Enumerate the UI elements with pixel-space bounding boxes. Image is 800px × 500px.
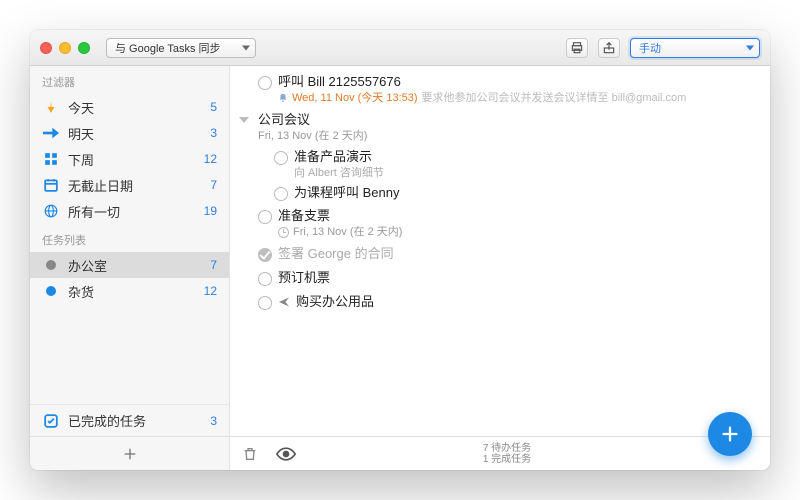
task-checkbox[interactable]	[258, 210, 272, 224]
task-checkbox[interactable]	[274, 187, 288, 201]
sidebar-item-label: 今天	[68, 98, 191, 117]
task-row[interactable]: 公司会议 Fri, 13 Nov (在 2 天内)	[230, 108, 770, 146]
sidebar-item-count: 19	[199, 204, 217, 218]
task-date: Fri, 13 Nov (在 2 天内)	[258, 129, 367, 143]
sidebar-item-count: 3	[199, 414, 217, 428]
task-row[interactable]: 准备支票 Fri, 13 Nov (在 2 天内)	[230, 204, 770, 242]
sidebar-item-count: 5	[199, 100, 217, 114]
subtask-title: 准备产品演示	[294, 148, 758, 166]
task-title: 购买办公用品	[296, 293, 374, 311]
sidebar-item-count: 3	[199, 126, 217, 140]
sidebar-item-label: 明天	[68, 124, 191, 143]
sync-select-label: 与 Google Tasks 同步	[115, 40, 221, 56]
task-row[interactable]: 购买办公用品	[230, 290, 770, 314]
send-icon	[278, 296, 290, 308]
sidebar-filter-all[interactable]: 所有一切 19	[30, 198, 229, 224]
print-button[interactable]	[566, 38, 588, 58]
task-title: 签署 George 的合同	[278, 245, 758, 263]
trash-button[interactable]	[242, 446, 258, 462]
sidebar-item-label: 已完成的任务	[68, 411, 191, 430]
sidebar-item-label: 办公室	[68, 256, 191, 275]
nodate-icon	[42, 176, 60, 194]
sidebar-filter-nodate[interactable]: 无截止日期 7	[30, 172, 229, 198]
task-row[interactable]: 预订机票	[230, 266, 770, 290]
today-icon	[42, 98, 60, 116]
task-title: 呼叫 Bill 2125557676	[278, 73, 758, 91]
subtask-note: 向 Albert 咨询细节	[250, 166, 770, 180]
task-title: 准备支票	[278, 207, 758, 225]
share-button[interactable]	[598, 38, 620, 58]
task-date: Wed, 11 Nov (今天 13:53)	[292, 91, 418, 105]
eye-button[interactable]	[276, 447, 296, 461]
task-row[interactable]: 呼叫 Bill 2125557676 Wed, 11 Nov (今天 13:53…	[230, 70, 770, 108]
disclosure-chevron-icon[interactable]	[239, 117, 249, 123]
sort-select[interactable]: 手动	[630, 38, 760, 58]
task-checkbox[interactable]	[258, 296, 272, 310]
sort-select-label: 手动	[639, 40, 661, 56]
globe-icon	[42, 202, 60, 220]
task-note: 要求他参加公司会议并发送会议详情至 bill@gmail.com	[422, 91, 687, 105]
close-dot[interactable]	[40, 42, 52, 54]
check-icon	[42, 412, 60, 430]
sidebar-filter-tomorrow[interactable]: 明天 3	[30, 120, 229, 146]
sidebar-item-count: 12	[199, 152, 217, 166]
clock-icon	[278, 227, 289, 238]
sidebar-filter-nextweek[interactable]: 下周 12	[30, 146, 229, 172]
task-checkbox[interactable]	[258, 272, 272, 286]
sidebar-item-label: 下周	[68, 150, 191, 169]
task-title: 预订机票	[278, 269, 758, 287]
sidebar-item-label: 杂货	[68, 282, 191, 301]
task-title: 公司会议	[258, 111, 758, 129]
sidebar-item-count: 7	[199, 258, 217, 272]
minimize-dot[interactable]	[59, 42, 71, 54]
sidebar-completed[interactable]: 已完成的任务 3	[30, 404, 229, 436]
sidebar-filter-today[interactable]: 今天 5	[30, 94, 229, 120]
sidebar-item-label: 无截止日期	[68, 176, 191, 195]
subtask-row[interactable]: 为课程呼叫 Benny	[230, 182, 770, 204]
dot-icon	[42, 256, 60, 274]
chevron-down-icon	[746, 45, 754, 50]
sidebar-item-count: 7	[199, 178, 217, 192]
zoom-dot[interactable]	[78, 42, 90, 54]
add-task-fab[interactable]	[708, 412, 752, 456]
task-date: Fri, 13 Nov (在 2 天内)	[293, 225, 402, 239]
subtask-row[interactable]: 准备产品演示	[230, 146, 770, 168]
sidebar-item-count: 12	[199, 284, 217, 298]
task-checkbox[interactable]	[258, 248, 272, 262]
sidebar-list-grocery[interactable]: 杂货 12	[30, 278, 229, 304]
subtask-title: 为课程呼叫 Benny	[294, 184, 758, 202]
lists-header: 任务列表	[30, 224, 229, 252]
dot-icon	[42, 282, 60, 300]
filters-header: 过滤器	[30, 66, 229, 94]
task-row[interactable]: 签署 George 的合同	[230, 242, 770, 266]
traffic-lights[interactable]	[40, 42, 90, 54]
task-stats: 7 待办任务 1 完成任务	[314, 443, 700, 465]
task-checkbox[interactable]	[274, 151, 288, 165]
sidebar-list-office[interactable]: 办公室 7	[30, 252, 229, 278]
bell-icon	[278, 93, 288, 103]
week-icon	[42, 150, 60, 168]
task-checkbox[interactable]	[258, 76, 272, 90]
sidebar-item-label: 所有一切	[68, 202, 191, 221]
chevron-down-icon	[242, 45, 250, 50]
tomorrow-icon	[42, 124, 60, 142]
sidebar-add-button[interactable]	[30, 436, 229, 470]
sync-select[interactable]: 与 Google Tasks 同步	[106, 38, 256, 58]
